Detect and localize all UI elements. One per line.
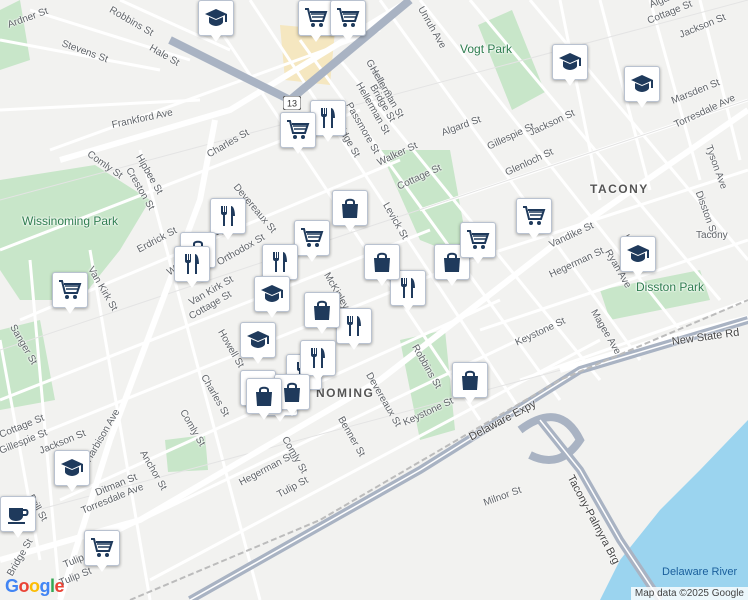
vogt-park-area bbox=[478, 10, 545, 110]
poi-marker-shopping[interactable] bbox=[364, 244, 400, 286]
map-attribution[interactable]: Map data ©2025 Google bbox=[630, 587, 748, 600]
poi-marker-shopping[interactable] bbox=[304, 292, 340, 334]
route-shield-text: 13 bbox=[287, 99, 297, 109]
poi-marker-grocery[interactable] bbox=[460, 222, 496, 264]
route-shield-icon: 13 bbox=[283, 96, 301, 110]
poi-marker-grocery[interactable] bbox=[52, 272, 88, 314]
poi-marker-shopping[interactable] bbox=[246, 378, 282, 420]
poi-marker-school[interactable] bbox=[198, 0, 234, 42]
poi-marker-restaurant[interactable] bbox=[300, 340, 336, 382]
poi-marker-restaurant[interactable] bbox=[210, 198, 246, 240]
poi-marker-restaurant[interactable] bbox=[262, 244, 298, 286]
poi-marker-grocery[interactable] bbox=[84, 530, 120, 572]
park-top-left bbox=[0, 0, 30, 70]
poi-marker-shopping[interactable] bbox=[452, 362, 488, 404]
poi-marker-grocery[interactable] bbox=[298, 0, 334, 42]
poi-marker-coffee[interactable] bbox=[0, 496, 36, 538]
map-canvas[interactable]: 13 Robbins St Ardner St Stevens St Hale St F… bbox=[0, 0, 748, 600]
poi-marker-school[interactable] bbox=[54, 450, 90, 492]
poi-marker-grocery[interactable] bbox=[330, 0, 366, 42]
poi-marker-school[interactable] bbox=[552, 44, 588, 86]
poi-marker-shopping[interactable] bbox=[332, 190, 368, 232]
poi-marker-school[interactable] bbox=[624, 66, 660, 108]
poi-marker-grocery[interactable] bbox=[516, 198, 552, 240]
park-areas bbox=[0, 0, 710, 472]
poi-marker-grocery[interactable] bbox=[294, 220, 330, 262]
poi-marker-school[interactable] bbox=[254, 276, 290, 318]
poi-marker-restaurant[interactable] bbox=[174, 246, 210, 288]
poi-marker-school[interactable] bbox=[240, 322, 276, 364]
disston-park-area bbox=[600, 270, 710, 320]
poi-marker-school[interactable] bbox=[620, 236, 656, 278]
delaware-river bbox=[600, 420, 748, 600]
poi-marker-grocery[interactable] bbox=[280, 112, 316, 154]
google-logo: Google bbox=[5, 576, 65, 596]
poi-marker-restaurant[interactable] bbox=[336, 308, 372, 350]
